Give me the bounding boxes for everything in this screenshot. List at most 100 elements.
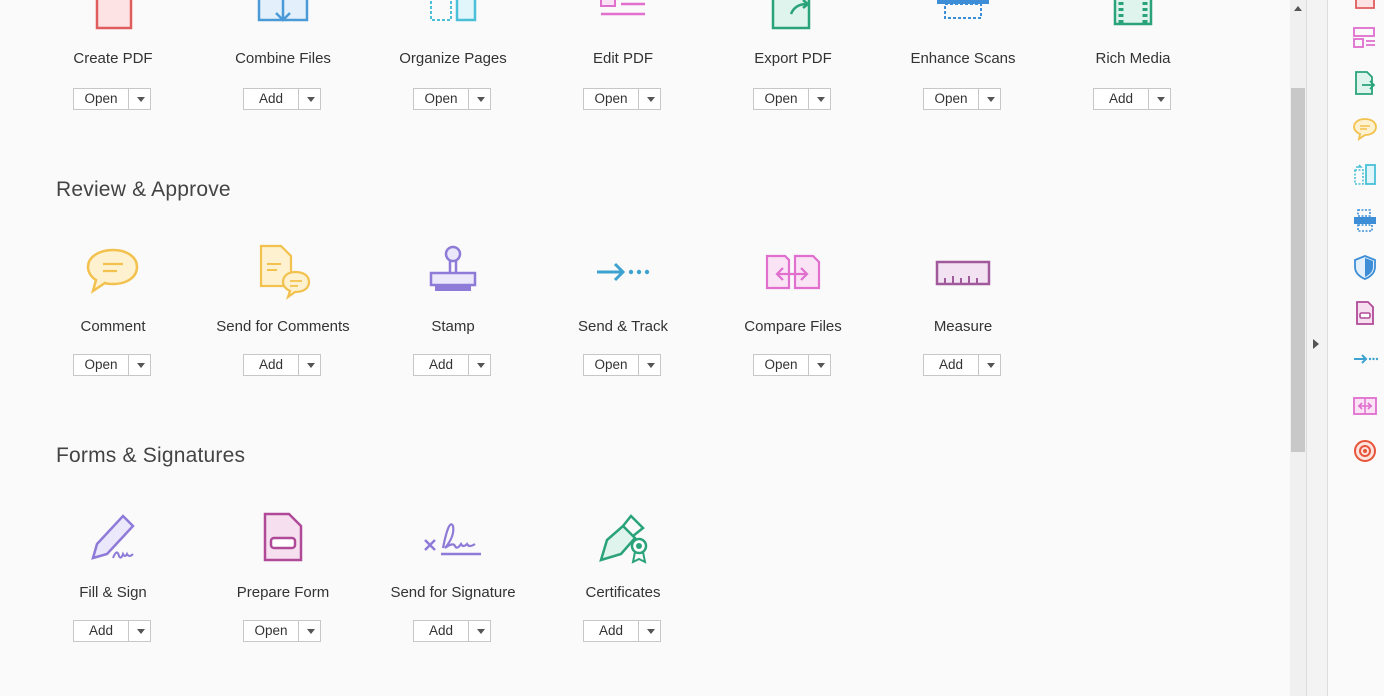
chevron-down-icon[interactable] (979, 355, 1000, 375)
chevron-down-icon[interactable] (469, 355, 490, 375)
tool-send-for-comments[interactable]: Send for Comments Add (198, 242, 368, 376)
chevron-down-icon[interactable] (639, 621, 660, 641)
right-tools-pane (1328, 0, 1384, 696)
tool-action-button[interactable]: Open (923, 88, 1001, 110)
tool-action-button[interactable]: Open (73, 88, 151, 110)
tool-send-track[interactable]: Send & Track Open (538, 242, 708, 376)
chevron-down-icon[interactable] (469, 89, 490, 109)
tool-rich-media[interactable]: Rich Media Add (1048, 0, 1218, 110)
tool-action-button[interactable]: Open (583, 88, 661, 110)
comment-icon[interactable] (1352, 116, 1378, 142)
tool-name: Edit PDF (592, 50, 653, 67)
chevron-down-icon[interactable] (809, 355, 830, 375)
tool-name: Prepare Form (236, 584, 330, 601)
chevron-down-icon[interactable] (299, 89, 320, 109)
tool-certificates[interactable]: Certificates Add (538, 508, 708, 642)
tool-action-label: Open (584, 355, 639, 375)
tool-action-button[interactable]: Open (753, 88, 831, 110)
compare-files-icon[interactable] (1352, 392, 1378, 418)
chevron-down-icon[interactable] (129, 621, 150, 641)
tool-action-label: Open (74, 355, 129, 375)
export-pdf-icon[interactable] (1352, 70, 1378, 96)
chevron-down-icon[interactable] (129, 89, 150, 109)
organize-pages-icon[interactable] (1352, 162, 1378, 188)
tool-action-button[interactable]: Open (413, 88, 491, 110)
send-for-signature-icon (423, 508, 483, 568)
tool-name: Enhance Scans (910, 50, 1016, 67)
tool-action-button[interactable]: Open (583, 354, 661, 376)
prepare-form-icon (253, 508, 313, 568)
send-track-icon[interactable] (1352, 346, 1378, 372)
tool-action-button[interactable]: Add (583, 620, 661, 642)
tool-action-button[interactable]: Open (73, 354, 151, 376)
tool-action-button[interactable]: Add (243, 354, 321, 376)
tool-action-label: Add (414, 621, 469, 641)
tool-name: Export PDF (754, 50, 832, 67)
chevron-down-icon[interactable] (639, 355, 660, 375)
tool-name: Send & Track (577, 318, 669, 335)
tool-name: Send for Comments (216, 318, 350, 335)
tool-action-label: Open (74, 89, 129, 109)
tool-action-button[interactable]: Add (413, 620, 491, 642)
rich-media-icon (1103, 0, 1163, 40)
chevron-down-icon[interactable] (299, 355, 320, 375)
tool-action-button[interactable]: Add (243, 88, 321, 110)
chevron-down-icon[interactable] (979, 89, 1000, 109)
tool-send-for-signature[interactable]: Send for Signature Add (368, 508, 538, 642)
fill-sign-icon (83, 508, 143, 568)
edit-pdf-icon[interactable] (1352, 25, 1378, 51)
chevron-down-icon[interactable] (469, 621, 490, 641)
tool-action-label: Add (244, 355, 299, 375)
scrollbar-thumb[interactable] (1291, 88, 1305, 452)
tools-center: Review & Approve Forms & Signatures Crea… (0, 0, 1290, 696)
tool-organize-pages[interactable]: Organize Pages Open (368, 0, 538, 110)
tool-name: Compare Files (744, 318, 842, 335)
tool-edit-pdf[interactable]: Edit PDF Open (538, 0, 708, 110)
tool-action-button[interactable]: Add (413, 354, 491, 376)
tool-combine-files[interactable]: Combine Files Add (198, 0, 368, 110)
chevron-down-icon[interactable] (809, 89, 830, 109)
tool-prepare-form[interactable]: Prepare Form Open (198, 508, 368, 642)
protect-icon[interactable] (1352, 254, 1378, 280)
scroll-up-arrow-icon[interactable] (1290, 0, 1306, 18)
tool-measure[interactable]: Measure Add (878, 242, 1048, 376)
tool-action-button[interactable]: Add (923, 354, 1001, 376)
tool-stamp[interactable]: Stamp Add (368, 242, 538, 376)
tool-comment[interactable]: Comment Open (28, 242, 198, 376)
tool-compare-files[interactable]: Compare Files Open (708, 242, 878, 376)
tool-action-button[interactable]: Add (1093, 88, 1171, 110)
right-pane-collapse-strip[interactable] (1306, 0, 1328, 696)
tool-action-button[interactable]: Add (73, 620, 151, 642)
tool-action-label: Open (754, 355, 809, 375)
section-title-review-approve: Review & Approve (56, 178, 231, 201)
tool-name: Comment (80, 318, 146, 335)
create-pdf-icon[interactable] (1352, 0, 1378, 12)
prepare-form-icon[interactable] (1352, 300, 1378, 326)
tool-action-label: Add (74, 621, 129, 641)
enhance-scans-icon (933, 0, 993, 40)
tool-enhance-scans[interactable]: Enhance Scans Open (878, 0, 1048, 110)
chevron-down-icon[interactable] (299, 621, 320, 641)
chevron-down-icon[interactable] (1149, 89, 1170, 109)
combine-files-icon (253, 0, 313, 40)
tool-action-label: Open (414, 89, 469, 109)
comment-icon (83, 242, 143, 302)
create-pdf-icon (83, 0, 143, 40)
tool-action-button[interactable]: Open (753, 354, 831, 376)
tool-action-button[interactable]: Open (243, 620, 321, 642)
tool-action-label: Add (924, 355, 979, 375)
enhance-scans-icon[interactable] (1352, 208, 1378, 234)
tool-name: Organize Pages (399, 50, 507, 67)
expand-arrow-icon[interactable] (1313, 339, 1319, 349)
tool-action-label: Open (244, 621, 299, 641)
optimize-pdf-icon[interactable] (1352, 438, 1378, 464)
vertical-scrollbar[interactable] (1290, 0, 1306, 696)
tool-name: Stamp (431, 318, 475, 335)
tool-name: Certificates (585, 584, 661, 601)
send-for-comments-icon (253, 242, 313, 302)
tool-create-pdf[interactable]: Create PDF Open (28, 0, 198, 110)
chevron-down-icon[interactable] (639, 89, 660, 109)
chevron-down-icon[interactable] (129, 355, 150, 375)
tool-export-pdf[interactable]: Export PDF Open (708, 0, 878, 110)
tool-fill-sign[interactable]: Fill & Sign Add (28, 508, 198, 642)
